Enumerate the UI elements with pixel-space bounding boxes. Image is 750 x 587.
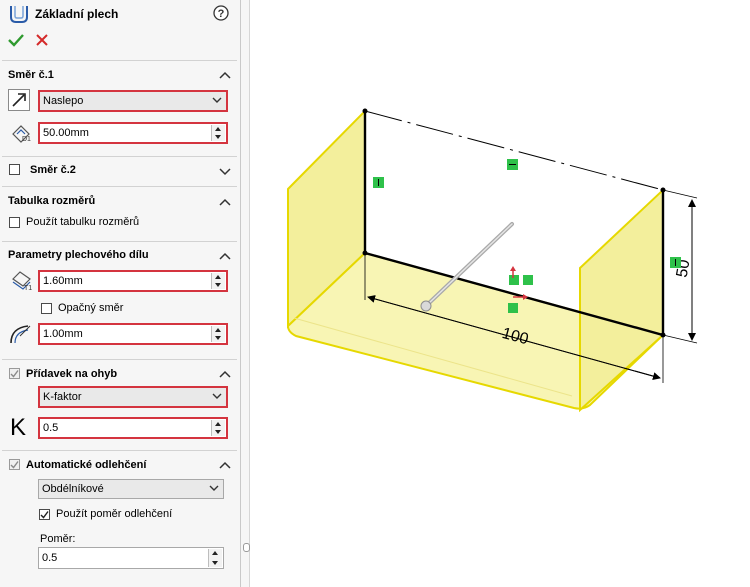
auto-relief-checkbox[interactable] [9, 459, 20, 470]
reverse-direction-icon [12, 93, 26, 107]
direction2-checkbox[interactable] [9, 164, 20, 175]
auto-relief-header: Automatické odlehčení [26, 459, 147, 471]
check-icon[interactable] [8, 33, 24, 47]
thickness-icon: T1 [12, 271, 32, 291]
depth-value: 50.00mm [43, 127, 89, 139]
thickness-input[interactable]: 1.60mm [38, 270, 228, 292]
use-gauge-table-checkbox[interactable] [9, 217, 20, 228]
gauge-table-header[interactable]: Tabulka rozměrů [8, 195, 95, 207]
chevron-down-icon [212, 97, 222, 103]
coincident-relation-icon[interactable] [523, 275, 533, 285]
relief-type-select[interactable]: Obdélníkové [38, 479, 224, 499]
chevron-up-icon[interactable] [219, 460, 231, 470]
origin-relation-icon[interactable] [509, 275, 519, 285]
k-factor-spinner[interactable] [211, 420, 225, 436]
bend-allowance-checkbox[interactable] [9, 368, 20, 379]
depth-input[interactable]: 50.00mm [38, 122, 228, 144]
depth-spinner[interactable] [211, 125, 225, 141]
check-icon [10, 461, 19, 469]
sheet-metal-feature-icon [10, 6, 28, 23]
reverse-direction-button[interactable] [8, 89, 30, 111]
check-icon [40, 511, 49, 519]
reverse-thickness-label: Opačný směr [58, 302, 124, 314]
chevron-down-icon[interactable] [219, 166, 231, 176]
graphics-viewport[interactable]: 100 50 [250, 0, 750, 587]
splitter-grip-icon[interactable] [243, 543, 250, 552]
help-icon[interactable]: ? [213, 5, 229, 21]
chevron-up-icon[interactable] [219, 369, 231, 379]
svg-text:T1: T1 [24, 285, 32, 291]
thickness-spinner[interactable] [211, 273, 225, 289]
sheet-params-header[interactable]: Parametry plechového dílu [8, 249, 149, 261]
reverse-thickness-checkbox[interactable] [41, 303, 52, 314]
chevron-up-icon[interactable] [219, 197, 231, 207]
use-gauge-table-label: Použít tabulku rozměrů [26, 216, 140, 228]
property-manager-panel: Základní plech ? Směr č.1 Naslepo D1 50.… [0, 0, 241, 587]
centerline [364, 110, 664, 191]
right-flange[interactable] [579, 187, 664, 413]
coincident-relation-icon-2[interactable] [508, 303, 518, 313]
depth-icon: D1 [12, 125, 31, 143]
bend-allowance-header: Přídavek na ohyb [26, 368, 118, 380]
bend-radius-spinner[interactable] [211, 326, 225, 342]
relief-type-value: Obdélníkové [42, 483, 104, 495]
end-condition-value: Naslepo [43, 95, 84, 107]
use-relief-ratio-checkbox[interactable] [39, 509, 50, 520]
direction2-header: Směr č.2 [30, 164, 76, 176]
use-relief-ratio-label: Použít poměr odlehčení [56, 508, 173, 520]
direction1-header[interactable]: Směr č.1 [8, 69, 54, 81]
end-condition-select[interactable]: Naslepo [38, 90, 228, 112]
k-factor-symbol: K [10, 414, 27, 441]
check-icon [10, 370, 19, 378]
close-icon[interactable] [36, 34, 48, 46]
svg-text:?: ? [218, 8, 225, 20]
bend-radius-icon [10, 325, 31, 344]
chevron-down-icon [212, 393, 222, 399]
svg-text:D1: D1 [22, 136, 31, 143]
relief-ratio-label: Poměr: [40, 533, 76, 545]
relief-ratio-value: 0.5 [42, 552, 58, 564]
bend-radius-input[interactable]: 1.00mm [38, 323, 228, 345]
chevron-down-icon [209, 485, 219, 491]
bend-allowance-type-value: K-faktor [43, 391, 82, 403]
relief-ratio-input[interactable]: 0.5 [38, 547, 224, 569]
panel-title: Základní plech [35, 7, 119, 21]
relief-ratio-spinner[interactable] [208, 549, 222, 567]
k-factor-input[interactable]: 0.5 [38, 417, 228, 439]
panel-splitter[interactable] [241, 0, 250, 587]
thickness-value: 1.60mm [43, 275, 83, 287]
bend-allowance-type-select[interactable]: K-faktor [38, 386, 228, 408]
bend-radius-value: 1.00mm [43, 328, 83, 340]
chevron-up-icon[interactable] [219, 251, 231, 261]
k-factor-value: 0.5 [43, 422, 59, 434]
chevron-up-icon[interactable] [219, 70, 231, 80]
